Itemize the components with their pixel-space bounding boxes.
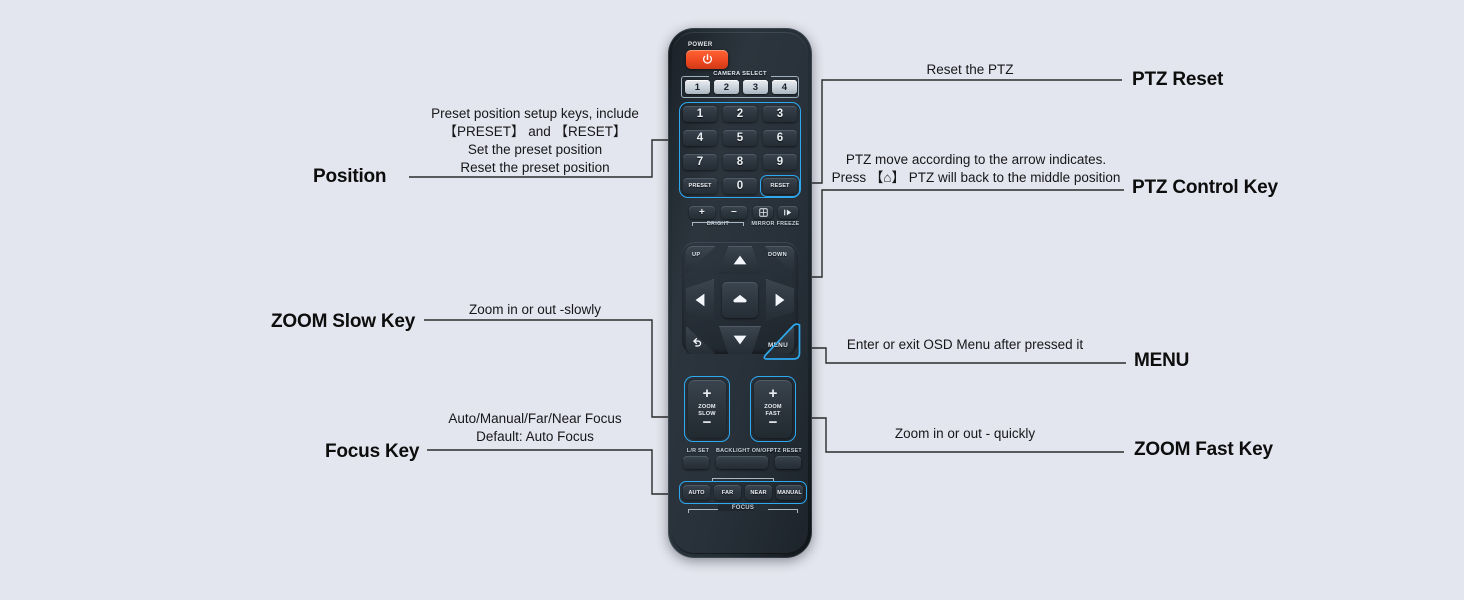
remote-faceplate: POWER CAMERA SELECT 1 2 3 4 1 2 3 4 5 6 …: [672, 32, 808, 554]
dpad-menu-button[interactable]: [764, 326, 794, 354]
dpad-up-corner-button[interactable]: [686, 246, 716, 274]
dpad-down-button[interactable]: [719, 326, 761, 354]
callout-desc-zoom-fast: Zoom in or out - quickly: [894, 426, 1036, 441]
lr-set-button[interactable]: [683, 456, 709, 469]
callout-desc-ptz-control: PTZ move according to the arrow indicate…: [831, 152, 1121, 186]
dpad-up-corner-label: UP: [692, 252, 701, 258]
lr-set-silk-label: L/R SET: [686, 448, 710, 454]
callout-title-zoom-slow: ZOOM Slow Key: [271, 311, 416, 332]
back-arrow-icon: [692, 338, 701, 347]
power-label: POWER: [688, 42, 713, 48]
callout-desc-menu: Enter or exit OSD Menu after pressed it: [846, 337, 1084, 352]
backlight-button[interactable]: [716, 456, 768, 469]
bright-plus-button[interactable]: +: [689, 206, 715, 219]
preset-button[interactable]: PRESET: [683, 178, 717, 194]
arrow-down-icon: [733, 335, 747, 345]
arrow-right-icon: [775, 293, 785, 307]
bright-minus-button[interactable]: −: [721, 206, 747, 219]
callout-desc-position: Preset position setup keys, include 【PRE…: [431, 106, 639, 176]
diagram-canvas: Position Preset position setup keys, inc…: [0, 0, 1464, 600]
dpad-menu-label: MENU: [768, 342, 789, 349]
camera-select-button-3[interactable]: 3: [743, 80, 768, 94]
callout-title-focus: Focus Key: [325, 441, 420, 462]
callout-desc-zoom-slow: Zoom in or out -slowly: [468, 302, 602, 317]
callout-desc-focus: Auto/Manual/Far/Near Focus Default: Auto…: [448, 411, 622, 445]
keypad-button-8[interactable]: 8: [723, 154, 757, 170]
zoom-slow-button[interactable]: + ZOOM SLOW −: [688, 380, 726, 438]
freeze-silk-label: FREEZE: [776, 221, 800, 227]
dpad-home-button[interactable]: [722, 282, 758, 318]
dpad-down-corner-label: DOWN: [768, 252, 787, 258]
keypad-button-1[interactable]: 1: [683, 106, 717, 122]
camera-select-button-1[interactable]: 1: [685, 80, 710, 94]
callout-title-ptz-reset: PTZ Reset: [1132, 69, 1224, 90]
arrow-left-icon: [695, 293, 705, 307]
keypad-button-6[interactable]: 6: [763, 130, 797, 146]
dpad-back-button[interactable]: [686, 326, 716, 354]
callout-title-zoom-fast: ZOOM Fast Key: [1134, 439, 1273, 460]
keypad-button-9[interactable]: 9: [763, 154, 797, 170]
dpad-down-corner-button[interactable]: [764, 246, 794, 274]
backlight-silk-label: BACKLIGHT ON/OFF: [716, 448, 774, 454]
ptz-reset-button[interactable]: [775, 456, 801, 469]
mirror-button[interactable]: [753, 206, 773, 219]
focus-group-label: FOCUS: [718, 505, 768, 511]
callout-title-position: Position: [313, 166, 387, 187]
dpad-up-button[interactable]: [719, 246, 761, 274]
reset-button[interactable]: RESET: [763, 178, 797, 194]
freeze-pause-icon: [784, 209, 792, 216]
focus-near-button[interactable]: NEAR: [745, 485, 772, 500]
arrow-up-icon: [733, 255, 747, 265]
focus-top-bracket: [712, 478, 774, 482]
zoom-fast-button[interactable]: + ZOOM FAST −: [754, 380, 792, 438]
dpad-right-button[interactable]: [766, 279, 794, 321]
keypad-button-2[interactable]: 2: [723, 106, 757, 122]
keypad-button-3[interactable]: 3: [763, 106, 797, 122]
camera-select-label: CAMERA SELECT: [713, 71, 767, 77]
power-button[interactable]: [686, 50, 728, 69]
camera-select-button-4[interactable]: 4: [772, 80, 797, 94]
callout-title-ptz-control: PTZ Control Key: [1132, 177, 1278, 198]
camera-select-button-2[interactable]: 2: [714, 80, 739, 94]
dpad-plate: UP DOWN MENU: [682, 242, 798, 354]
power-icon: [702, 54, 712, 64]
callout-title-menu: MENU: [1134, 350, 1190, 371]
home-icon: [733, 294, 747, 303]
freeze-button[interactable]: [778, 206, 798, 219]
mirror-icon: [758, 208, 768, 217]
callout-desc-ptz-reset: Reset the PTZ: [926, 62, 1014, 77]
keypad-button-5[interactable]: 5: [723, 130, 757, 146]
keypad-button-4[interactable]: 4: [683, 130, 717, 146]
bright-bracket: [692, 222, 744, 226]
keypad-button-0[interactable]: 0: [723, 178, 757, 194]
focus-manual-button[interactable]: MANUAL: [776, 485, 803, 500]
focus-auto-button[interactable]: AUTO: [683, 485, 710, 500]
keypad-button-7[interactable]: 7: [683, 154, 717, 170]
remote-control-body: POWER CAMERA SELECT 1 2 3 4 1 2 3 4 5 6 …: [668, 28, 812, 558]
focus-far-button[interactable]: FAR: [714, 485, 741, 500]
ptz-reset-silk-label: PTZ RESET: [770, 448, 802, 454]
dpad-left-button[interactable]: [686, 279, 714, 321]
